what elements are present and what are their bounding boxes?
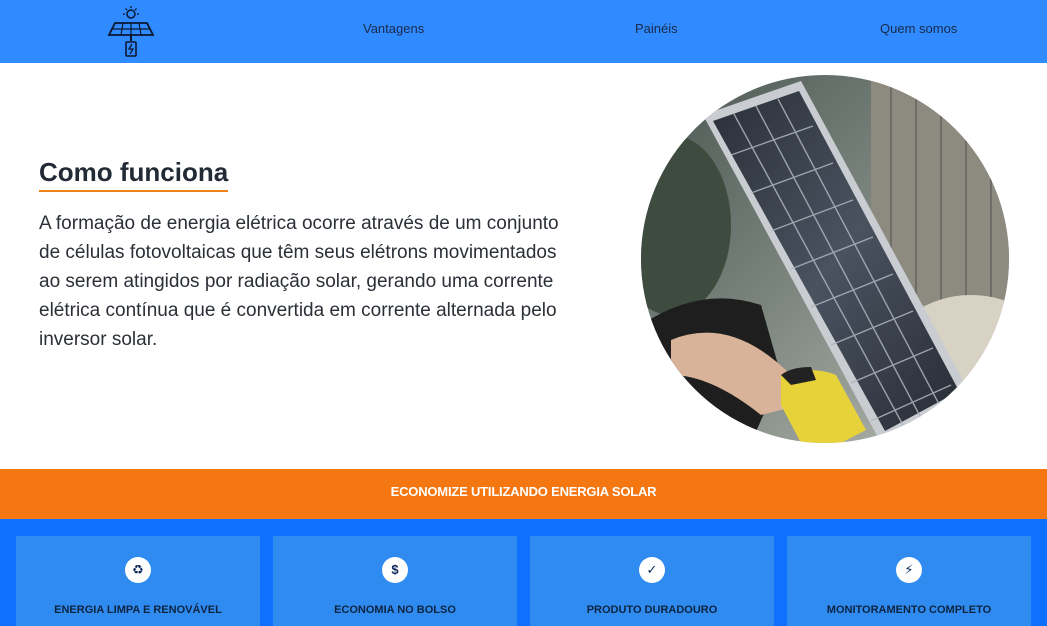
feature-card-monitoring: ⚡ MONITORAMENTO COMPLETO [787,536,1031,626]
bolt-icon: ⚡ [896,557,922,583]
feature-card-clean-energy: ♻ ENERGIA LIMPA E RENOVÁVEL [16,536,260,626]
solar-panel-photo [641,75,1009,443]
feature-label: ECONOMIA NO BOLSO [334,604,456,616]
features-section: ♻ ENERGIA LIMPA E RENOVÁVEL $ ECONOMIA N… [0,519,1047,626]
section-description: A formação de energia elétrica ocorre at… [39,213,559,350]
feature-label: ENERGIA LIMPA E RENOVÁVEL [54,604,222,616]
check-icon: ✓ [639,557,665,583]
solar-panel-logo-icon[interactable] [106,5,156,57]
recycle-icon: ♻ [125,557,151,583]
feature-label: MONITORAMENTO COMPLETO [826,604,992,616]
nav-vantagens[interactable]: Vantagens [363,21,424,36]
nav-quem-somos[interactable]: Quem somos [880,21,957,36]
dollar-icon: $ [382,557,408,583]
header: Vantagens Painéis Quem somos [0,0,1047,63]
section-title: Como funciona [39,156,229,192]
feature-card-savings: $ ECONOMIA NO BOLSO [273,536,517,626]
feature-card-durable: ✓ PRODUTO DURADOURO [530,536,774,626]
feature-label: PRODUTO DURADOURO [586,604,718,616]
nav-paineis[interactable]: Painéis [635,21,678,36]
cta-banner: ECONOMIZE UTILIZANDO ENERGIA SOLAR [0,469,1047,519]
